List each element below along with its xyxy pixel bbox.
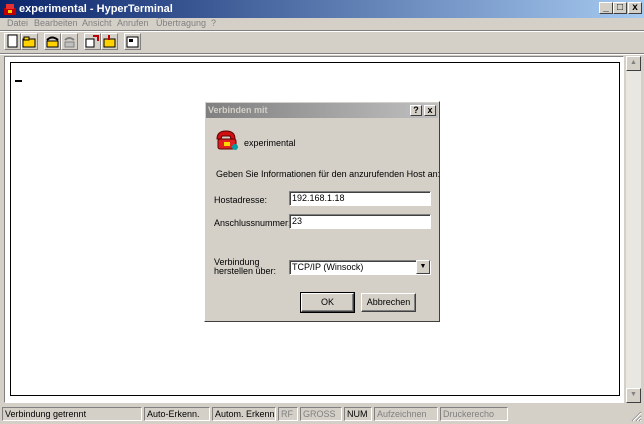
properties-button[interactable]	[124, 33, 141, 50]
minimize-button[interactable]: _	[599, 2, 613, 14]
maximize-button[interactable]: □	[613, 2, 627, 14]
scroll-down-button[interactable]: ▼	[626, 388, 641, 403]
connection-status: Verbindung getrennt	[2, 407, 142, 421]
window-title: experimental - HyperTerminal	[19, 3, 173, 15]
connect-via-select[interactable]: TCP/IP (Winsock)	[289, 260, 431, 275]
connection-phone-icon	[216, 130, 238, 150]
auto-detect2-panel: Autom. Erkenn.	[212, 407, 276, 421]
new-button[interactable]	[4, 33, 21, 50]
rf-panel: RF	[278, 407, 298, 421]
connect-button[interactable]	[44, 33, 61, 50]
send-icon	[85, 35, 99, 48]
receive-button[interactable]	[101, 33, 118, 50]
open-icon	[22, 36, 36, 48]
menu-help[interactable]: ?	[211, 18, 216, 29]
menu-bar: Datei Bearbeiten Ansicht Anrufen Übertra…	[0, 18, 644, 30]
open-button[interactable]	[21, 33, 38, 50]
toolbar-separator	[0, 53, 644, 55]
disconnect-button[interactable]	[61, 33, 78, 50]
resize-grip-icon[interactable]	[630, 410, 642, 422]
num-panel: NUM	[344, 407, 372, 421]
auto-detect-panel: Auto-Erkenn.	[144, 407, 210, 421]
print-echo-panel: Druckerecho	[440, 407, 508, 421]
menu-separator	[0, 30, 644, 32]
menu-anrufen[interactable]: Anrufen	[117, 18, 149, 29]
send-button[interactable]	[84, 33, 101, 50]
connect-icon	[46, 36, 59, 48]
disconnect-icon	[64, 37, 75, 48]
capture-panel: Aufzeichnen	[374, 407, 438, 421]
menu-uebertragung[interactable]: Übertragung	[156, 18, 206, 29]
menu-ansicht[interactable]: Ansicht	[82, 18, 112, 29]
connection-name: experimental	[244, 138, 296, 148]
close-button[interactable]: x	[628, 2, 642, 14]
port-number-label: Anschlussnummer:	[214, 218, 291, 228]
dialog-close-button[interactable]: x	[424, 105, 436, 116]
connect-via-label-2: herstellen über:	[214, 266, 277, 276]
menu-datei[interactable]: Datei	[7, 18, 28, 29]
ok-button[interactable]: OK	[300, 292, 355, 313]
new-icon	[7, 34, 18, 48]
receive-icon	[103, 35, 116, 48]
properties-icon	[126, 36, 139, 48]
hyperterminal-app-icon[interactable]	[3, 2, 17, 16]
connect-via-value: TCP/IP (Winsock)	[292, 262, 364, 272]
menu-bearbeiten[interactable]: Bearbeiten	[34, 18, 78, 29]
dialog-title: Verbinden mit	[208, 105, 268, 115]
dialog-help-button[interactable]: ?	[410, 105, 422, 116]
vertical-scrollbar[interactable]	[626, 56, 641, 403]
dropdown-arrow-icon[interactable]: ▼	[416, 260, 430, 274]
port-number-input[interactable]: 23	[289, 214, 431, 229]
dialog-instruction: Geben Sie Informationen für den anzurufe…	[216, 169, 441, 179]
cancel-button[interactable]: Abbrechen	[361, 293, 416, 312]
host-address-label: Hostadresse:	[214, 195, 268, 205]
scroll-up-button[interactable]: ▲	[626, 56, 641, 71]
caps-panel: GROSS	[300, 407, 342, 421]
host-address-input[interactable]: 192.168.1.18	[289, 191, 431, 206]
terminal-cursor	[15, 80, 22, 82]
